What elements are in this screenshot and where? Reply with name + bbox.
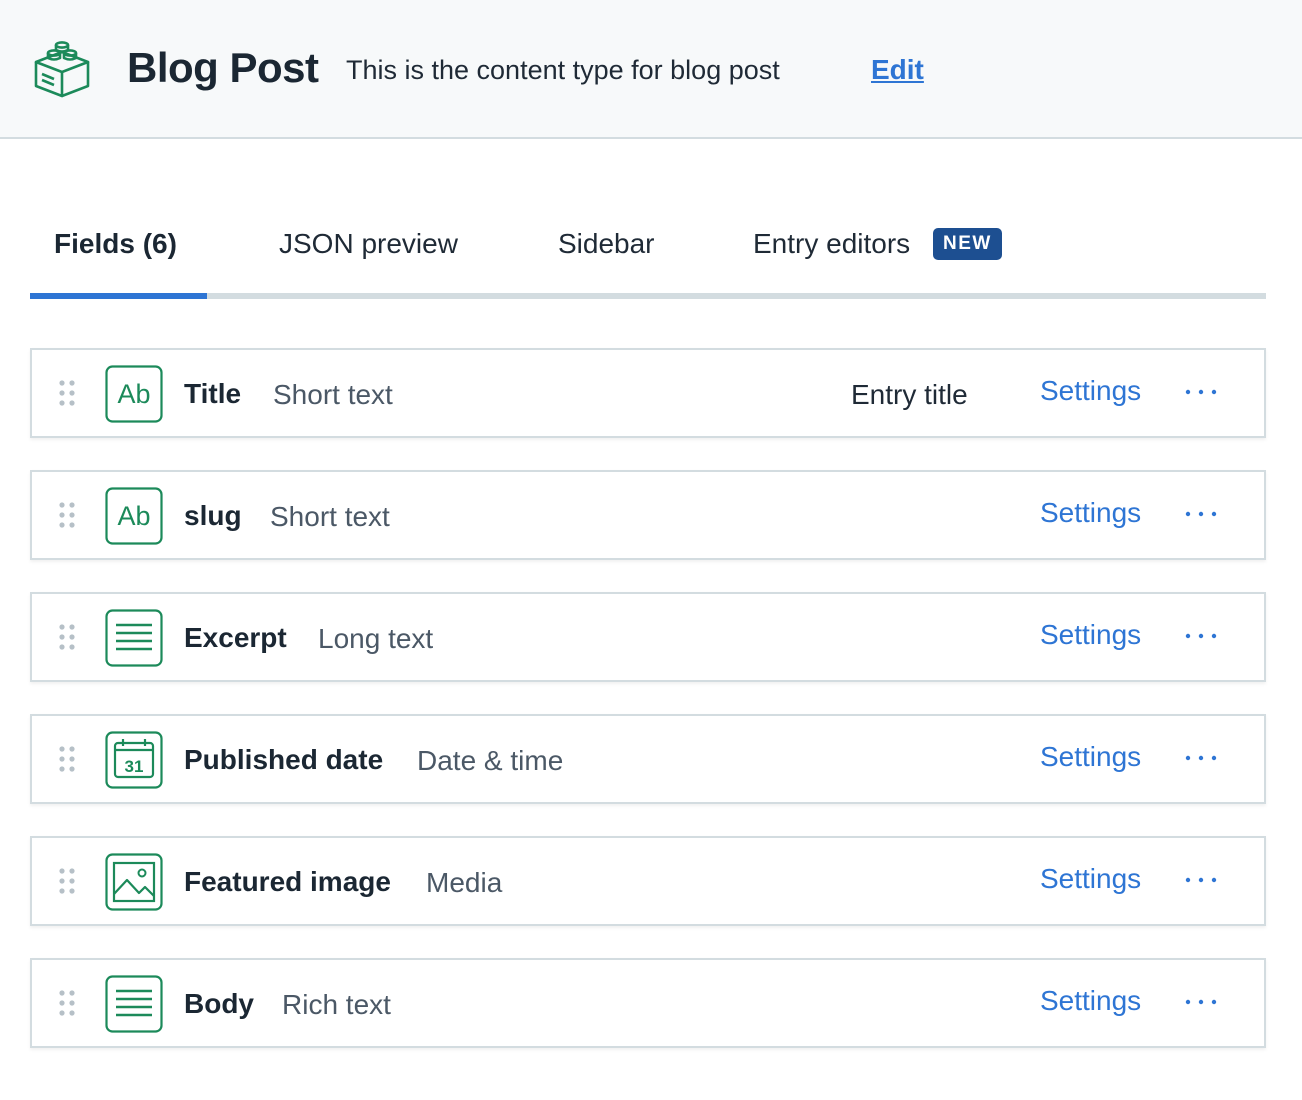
drag-handle-icon[interactable]: [59, 624, 75, 650]
field-name: Body: [184, 988, 254, 1019]
svg-text:Ab: Ab: [117, 501, 150, 531]
rich-text-icon: [105, 975, 163, 1033]
image-icon: [105, 853, 163, 911]
edit-link[interactable]: Edit: [871, 54, 924, 86]
short-text-icon: Ab: [105, 487, 163, 545]
content-type-header: Blog Post This is the content type for b…: [0, 0, 1302, 139]
settings-button[interactable]: Settings: [1040, 619, 1141, 651]
more-options-icon[interactable]: [1184, 872, 1218, 888]
field-row-body[interactable]: Body Rich text Settings: [30, 958, 1266, 1048]
more-options-icon[interactable]: [1184, 628, 1218, 644]
long-text-icon: [105, 609, 163, 667]
settings-button[interactable]: Settings: [1040, 375, 1141, 407]
drag-handle-icon[interactable]: [59, 746, 75, 772]
more-options-icon[interactable]: [1184, 750, 1218, 766]
field-type: Date & time: [417, 745, 564, 776]
entry-title-label: Entry title: [851, 379, 968, 410]
tab-sidebar[interactable]: Sidebar: [558, 228, 655, 260]
field-type: Rich text: [282, 989, 391, 1020]
svg-text:Ab: Ab: [117, 379, 150, 409]
field-type: Long text: [318, 623, 434, 654]
field-row-title[interactable]: Ab Title Short text Entry title Settings: [30, 348, 1266, 438]
field-type: Short text: [273, 379, 393, 410]
tab-entry-editors[interactable]: Entry editors: [753, 228, 910, 260]
tab-fields[interactable]: Fields (6): [54, 228, 177, 260]
more-options-icon[interactable]: [1184, 994, 1218, 1010]
more-options-icon[interactable]: [1184, 384, 1218, 400]
settings-button[interactable]: Settings: [1040, 985, 1141, 1017]
field-name: Featured image: [184, 866, 391, 897]
content-type-description: This is the content type for blog post: [346, 55, 780, 85]
field-type: Media: [426, 867, 503, 898]
more-options-icon[interactable]: [1184, 506, 1218, 522]
settings-button[interactable]: Settings: [1040, 741, 1141, 773]
settings-button[interactable]: Settings: [1040, 497, 1141, 529]
content-model-icon: [34, 41, 90, 98]
active-tab-indicator: [30, 293, 207, 299]
field-row-slug[interactable]: Ab slug Short text Settings: [30, 470, 1266, 560]
drag-handle-icon[interactable]: [59, 990, 75, 1016]
tab-bar: Fields (6) JSON preview Sidebar Entry ed…: [30, 200, 1266, 300]
drag-handle-icon[interactable]: [59, 502, 75, 528]
drag-handle-icon[interactable]: [59, 380, 75, 406]
field-type: Short text: [270, 501, 390, 532]
short-text-icon: Ab: [105, 365, 163, 423]
page-title: Blog Post: [127, 44, 319, 91]
field-name: slug: [184, 500, 242, 531]
field-row-excerpt[interactable]: Excerpt Long text Settings: [30, 592, 1266, 682]
calendar-day: 31: [125, 757, 144, 776]
field-name: Title: [184, 378, 242, 409]
tab-json-preview[interactable]: JSON preview: [279, 228, 458, 260]
field-name: Excerpt: [184, 622, 287, 653]
field-row-featured-image[interactable]: Featured image Media Settings: [30, 836, 1266, 926]
tab-track: [30, 293, 1266, 299]
calendar-icon: 31: [105, 731, 163, 789]
field-row-published-date[interactable]: 31 Published date Date & time Settings: [30, 714, 1266, 804]
field-name: Published date: [184, 744, 384, 775]
new-badge: NEW: [933, 228, 1002, 260]
drag-handle-icon[interactable]: [59, 868, 75, 894]
settings-button[interactable]: Settings: [1040, 863, 1141, 895]
